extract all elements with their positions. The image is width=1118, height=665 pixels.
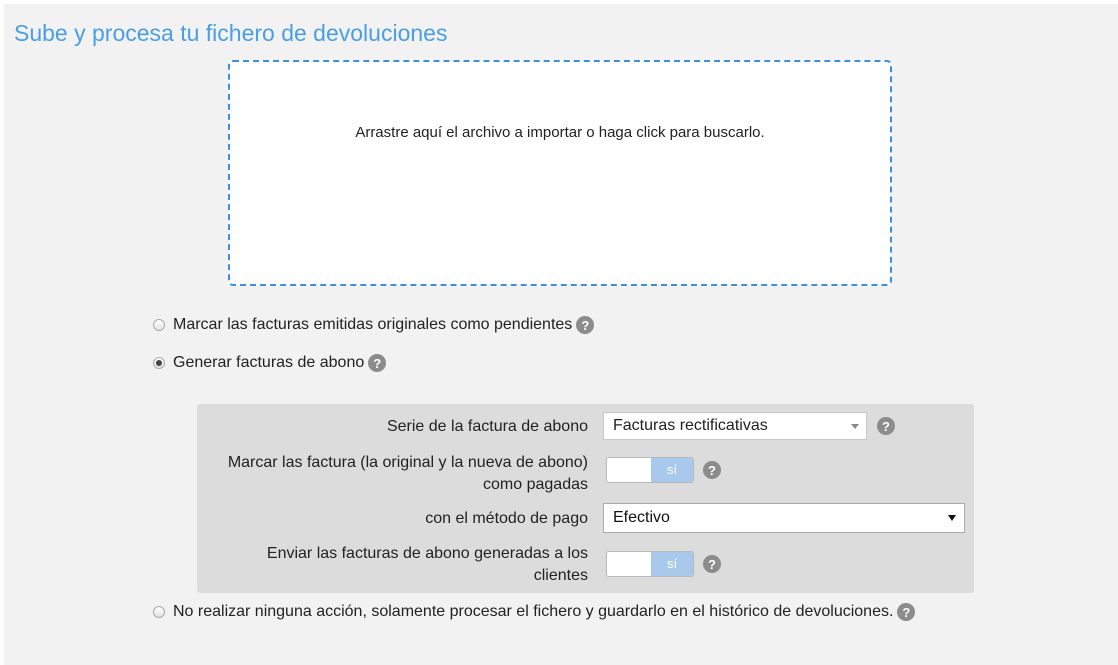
send-label-line2: clientes: [533, 567, 588, 584]
help-icon[interactable]: ?: [703, 461, 721, 479]
mark-paid-label: Marcar las factura (la original y la nue…: [228, 452, 588, 496]
mark-paid-label-line1: Marcar las factura (la original y la nue…: [227, 454, 588, 471]
send-label: Enviar las facturas de abono generadas a…: [267, 543, 588, 587]
dropdown-arrow-icon: [948, 515, 956, 521]
option-mark-pending[interactable]: Marcar las facturas emitidas originales …: [153, 316, 595, 334]
page-title: Sube y procesa tu fichero de devolucione…: [14, 20, 448, 46]
option-mark-pending-label: Marcar las facturas emitidas originales …: [173, 316, 573, 333]
dropzone-text: Arrastre aquí el archivo a importar o ha…: [355, 124, 765, 141]
option-generate-credit[interactable]: Generar facturas de abono ?: [153, 354, 387, 372]
serie-select-value: Facturas rectificativas: [613, 417, 768, 434]
toggle-knob: [607, 552, 652, 576]
mark-paid-toggle[interactable]: sí: [606, 457, 694, 483]
help-icon[interactable]: ?: [368, 354, 387, 372]
mark-paid-label-line2: como pagadas: [483, 476, 588, 493]
help-icon[interactable]: ?: [877, 417, 895, 435]
credit-settings-box: Serie de la factura de abono Facturas re…: [197, 404, 974, 593]
main-panel: Sube y procesa tu fichero de devolucione…: [4, 4, 1118, 665]
file-dropzone[interactable]: Arrastre aquí el archivo a importar o ha…: [228, 60, 892, 286]
serie-select[interactable]: Facturas rectificativas: [603, 412, 867, 440]
help-icon[interactable]: ?: [703, 555, 721, 573]
radio-generate-credit[interactable]: [153, 357, 165, 369]
serie-label: Serie de la factura de abono: [386, 418, 588, 435]
help-icon[interactable]: ?: [576, 316, 595, 334]
radio-no-action[interactable]: [153, 606, 165, 618]
help-icon[interactable]: ?: [897, 603, 916, 621]
payment-method-label: con el método de pago: [425, 510, 588, 527]
send-toggle[interactable]: sí: [606, 551, 694, 577]
option-generate-credit-label: Generar facturas de abono: [173, 354, 365, 371]
chevron-down-icon: [851, 424, 859, 429]
option-no-action[interactable]: No realizar ninguna acción, solamente pr…: [153, 603, 916, 621]
radio-mark-pending[interactable]: [153, 319, 165, 331]
toggle-on-label: sí: [651, 458, 693, 482]
toggle-knob: [607, 458, 652, 482]
payment-method-select[interactable]: Efectivo: [603, 503, 965, 533]
option-no-action-label: No realizar ninguna acción, solamente pr…: [173, 603, 894, 620]
payment-method-value: Efectivo: [613, 509, 670, 526]
send-label-line1: Enviar las facturas de abono generadas a…: [266, 545, 588, 562]
toggle-on-label: sí: [651, 552, 693, 576]
